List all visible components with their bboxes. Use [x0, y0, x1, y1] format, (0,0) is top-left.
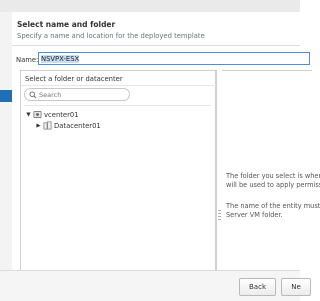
splitter-grip-icon[interactable]	[218, 210, 221, 222]
name-label: Name:	[16, 56, 39, 64]
wizard-step-active-marker[interactable]	[0, 90, 12, 102]
search-icon	[29, 91, 37, 99]
back-button[interactable]: Back	[239, 278, 276, 296]
page-title: Select name and folder	[17, 20, 116, 29]
tree-node-datacenter[interactable]: ▶ Datacenter01	[35, 120, 101, 131]
wizard-content: Name: NSVPX-ESX Select a folder or datac…	[12, 46, 320, 270]
tree-node-vcenter[interactable]: ▼ vcenter01	[25, 109, 79, 120]
expand-toggle-collapsed-icon[interactable]: ▶	[35, 122, 42, 130]
next-button[interactable]: Ne	[281, 278, 311, 296]
vcenter-icon	[33, 110, 42, 119]
panel-divider	[21, 85, 216, 86]
wizard-page-header: Select name and folder Specify a name an…	[12, 12, 300, 46]
name-input-value: NSVPX-ESX	[41, 55, 80, 63]
tree-node-label: Datacenter01	[54, 121, 101, 130]
info-text-line: will be used to apply permiss	[226, 181, 320, 189]
folder-search-box[interactable]	[24, 88, 130, 101]
name-input[interactable]: NSVPX-ESX	[38, 52, 310, 65]
folder-search-input[interactable]	[39, 90, 127, 100]
datacenter-icon	[43, 121, 52, 130]
wizard-footer: Back Ne	[0, 270, 311, 301]
info-text-line: Server VM folder.	[226, 211, 283, 219]
folder-panel-title: Select a folder or datacenter	[25, 75, 123, 83]
page-subtitle: Specify a name and location for the depl…	[17, 32, 205, 40]
folder-tree-panel: Select a folder or datacenter ▼ vcenter0…	[20, 70, 216, 270]
tree-node-label: vcenter01	[44, 110, 79, 119]
folder-tree: ▼ vcenter01 ▶ Datacenter01	[24, 105, 211, 268]
expand-toggle-expanded-icon[interactable]: ▼	[25, 111, 32, 119]
info-panel: The folder you select is wher will be us…	[222, 70, 320, 270]
